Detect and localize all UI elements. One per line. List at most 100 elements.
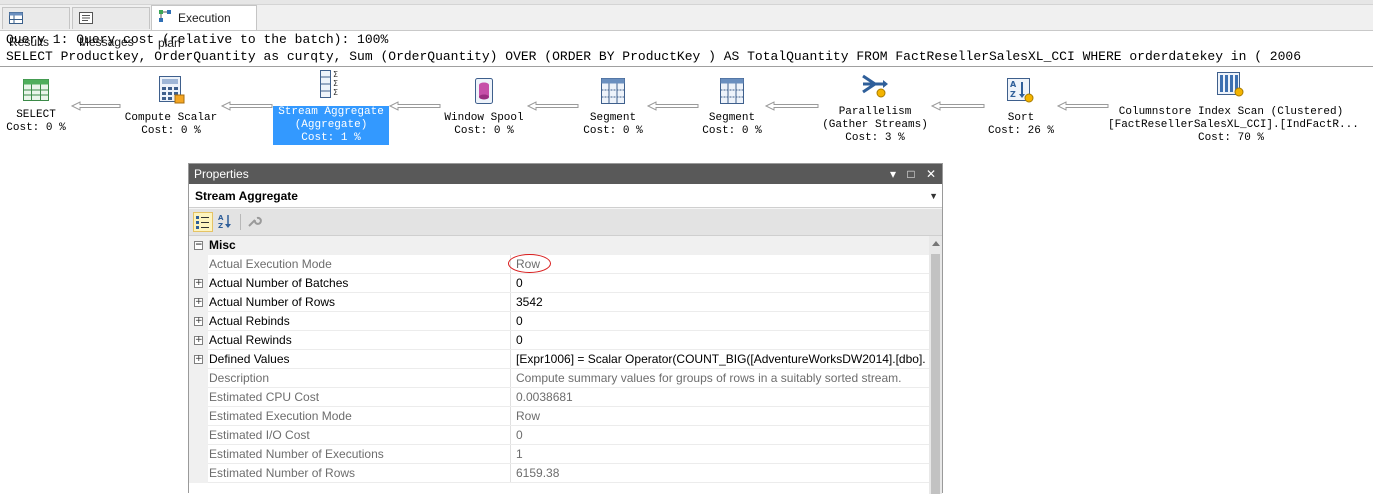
property-value: Compute summary values for groups of row… (516, 371, 902, 385)
property-value: 0 (516, 333, 523, 347)
svg-text:Σ: Σ (333, 88, 338, 97)
plan-op-window-spool[interactable]: Window Spool Cost: 0 % (440, 78, 528, 138)
scroll-up-icon[interactable] (932, 241, 940, 246)
chevron-down-icon[interactable]: ▼ (929, 184, 938, 208)
svg-text:A: A (1010, 80, 1017, 89)
svg-text:Z: Z (1010, 90, 1016, 99)
property-row[interactable]: Estimated Execution Mode Row (189, 407, 929, 426)
columnstore-index-scan-icon (1108, 72, 1354, 103)
plan-op-label: Columnstore Index Scan (Clustered) (1118, 106, 1344, 118)
sort-az-icon: AZ (218, 214, 231, 230)
expand-icon[interactable]: + (194, 317, 203, 326)
wrench-icon (248, 216, 262, 227)
property-row[interactable]: + Actual Number of Batches 0 (189, 274, 929, 293)
category-misc[interactable]: − Misc (189, 236, 929, 255)
properties-toolbar: AZ (189, 209, 942, 236)
arrow-sort-to-parallelism (930, 101, 985, 111)
close-icon[interactable]: ✕ (926, 167, 936, 181)
plan-op-sublabel: (Aggregate) (294, 119, 368, 131)
plan-op-cost: Cost: 0 % (454, 125, 514, 137)
expand-icon[interactable]: + (194, 336, 203, 345)
property-value: Row (516, 409, 541, 423)
plan-op-sort[interactable]: AZ Sort Cost: 26 % (984, 78, 1058, 138)
expand-icon[interactable]: + (194, 279, 203, 288)
arrow-parallelism-to-segment2 (764, 101, 819, 111)
property-pages-button[interactable] (245, 212, 265, 232)
plan-op-segment-1[interactable]: Segment Cost: 0 % (578, 78, 648, 138)
categorized-button[interactable] (193, 212, 213, 232)
property-row[interactable]: Actual Execution Mode Row (189, 254, 929, 274)
property-row[interactable]: + Actual Rebinds 0 (189, 312, 929, 331)
svg-text:A: A (218, 214, 224, 222)
arrow-aggregate-to-compute (220, 101, 273, 111)
parallelism-icon (818, 72, 932, 103)
select-icon (4, 79, 68, 106)
object-selector[interactable]: Stream Aggregate ▼ (189, 184, 942, 208)
plan-op-cost: Cost: 26 % (987, 125, 1054, 137)
plan-op-cost: Cost: 0 % (141, 125, 201, 137)
svg-text:Σ: Σ (333, 70, 338, 79)
property-row[interactable]: Estimated Number of Rows 6159.38 (189, 464, 929, 483)
property-row[interactable]: + Defined Values [Expr1006] = Scalar Ope… (189, 350, 929, 369)
row-gutter: + (189, 350, 208, 369)
plan-op-label: Segment (589, 112, 637, 124)
row-gutter (189, 388, 208, 407)
arrow-compute-to-select (70, 101, 121, 111)
row-gutter (189, 369, 208, 388)
scroll-thumb[interactable] (931, 254, 940, 494)
vertical-scrollbar[interactable] (929, 236, 942, 494)
row-gutter (189, 464, 208, 483)
plan-op-segment-2[interactable]: Segment Cost: 0 % (698, 78, 766, 138)
plan-op-cost: Cost: 3 % (845, 132, 905, 144)
property-name: Estimated I/O Cost (208, 426, 511, 444)
svg-text:Σ: Σ (333, 79, 338, 88)
plan-op-stream-aggregate[interactable]: ΣΣΣ Stream Aggregate (Aggregate) Cost: 1… (273, 70, 389, 145)
row-gutter: + (189, 293, 208, 312)
plan-op-label: Sort (1007, 112, 1035, 124)
property-row[interactable]: Estimated I/O Cost 0 (189, 426, 929, 445)
row-gutter: + (189, 312, 208, 331)
property-grid: − Misc Actual Execution Mode Row + Actua… (189, 236, 929, 494)
property-row[interactable]: Description Compute summary values for g… (189, 369, 929, 388)
property-name: Description (208, 369, 511, 387)
row-gutter (189, 255, 208, 274)
alphabetical-button[interactable]: AZ (216, 212, 236, 232)
sort-icon: AZ (984, 78, 1058, 109)
plan-op-cost: Cost: 1 % (301, 132, 361, 144)
properties-title-bar: Properties ▾ □ ✕ (189, 164, 942, 184)
plan-op-compute-scalar[interactable]: Compute Scalar Cost: 0 % (120, 76, 222, 138)
property-row[interactable]: + Actual Rewinds 0 (189, 331, 929, 350)
property-row[interactable]: + Actual Number of Rows 3542 (189, 293, 929, 312)
collapse-icon[interactable]: − (194, 241, 203, 250)
plan-op-sublabel: (Gather Streams) (822, 119, 928, 131)
segment-icon (698, 78, 766, 109)
property-value: [Expr1006] = Scalar Operator(COUNT_BIG([… (516, 352, 926, 366)
property-value: Row (516, 257, 541, 271)
expand-icon[interactable]: + (194, 355, 203, 364)
maximize-icon[interactable]: □ (907, 167, 914, 181)
plan-op-selection-box: Stream Aggregate (Aggregate) Cost: 1 % (273, 106, 389, 145)
property-row[interactable]: Estimated CPU Cost 0.0038681 (189, 388, 929, 407)
row-gutter (189, 445, 208, 464)
plan-op-parallelism[interactable]: Parallelism (Gather Streams) Cost: 3 % (818, 72, 932, 145)
compute-scalar-icon (120, 76, 222, 109)
property-name: Estimated Number of Rows (208, 464, 511, 482)
stream-aggregate-icon: ΣΣΣ (273, 70, 389, 103)
property-row[interactable]: Estimated Number of Executions 1 (189, 445, 929, 464)
plan-op-columnstore-scan[interactable]: Columnstore Index Scan (Clustered) [Fact… (1108, 72, 1359, 145)
plan-op-select[interactable]: SELECT Cost: 0 % (4, 79, 68, 135)
property-value: 0 (516, 314, 523, 328)
property-value: 0 (516, 276, 523, 290)
row-gutter: + (189, 274, 208, 293)
arrow-segment1-to-spool (526, 101, 579, 111)
plan-op-label: Window Spool (444, 112, 524, 124)
property-value: 6159.38 (516, 466, 560, 480)
plan-op-cost: Cost: 0 % (6, 122, 66, 134)
dropdown-icon[interactable]: ▾ (890, 167, 896, 181)
property-name: Actual Rebinds (208, 312, 511, 330)
plan-op-cost: Cost: 0 % (702, 125, 762, 137)
svg-text:Z: Z (218, 222, 223, 230)
property-value: 0 (516, 428, 523, 442)
plan-op-label: Segment (708, 112, 756, 124)
expand-icon[interactable]: + (194, 298, 203, 307)
